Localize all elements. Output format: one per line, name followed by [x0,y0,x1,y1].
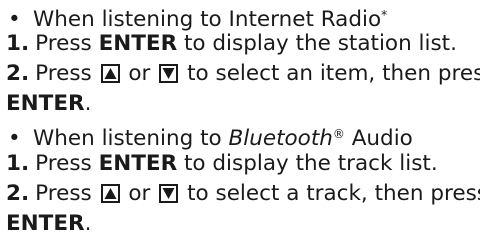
footnote-mark: * [381,8,388,22]
step-1: 1. Press ENTER to display the track list. [6,151,438,177]
step-text: Press [35,181,99,206]
step-text: Press [35,61,99,86]
step-text: to select a track, then press [180,181,480,206]
internet-radio-heading: • When listening to Internet Radio* [6,2,388,32]
heading-text: When listening to [33,126,229,151]
step-number: 2. [6,181,30,206]
heading-text: When listening to Internet Radio [33,7,382,32]
step-2-continuation: ENTER. [6,91,91,117]
up-arrow-key-icon [100,184,120,203]
heading-text: Audio [344,126,413,151]
step-number: 2. [6,61,30,86]
step-number: 1. [6,151,30,176]
bullet: • [8,7,21,32]
bullet: • [8,126,21,151]
step-text: to display the station list. [177,31,457,56]
step-number: 1. [6,31,30,56]
step-text: . [84,91,92,116]
step-2: 2. Press or to select an item, then press [6,61,480,87]
step-2: 2. Press or to select a track, then press [6,181,480,207]
step-text: to select an item, then press [180,61,480,86]
instruction-text: • When listening to Internet Radio* 1. Pre… [0,0,480,242]
enter-key-label: ENTER [98,31,178,56]
step-text: or [121,181,158,206]
up-arrow-key-icon [100,64,120,83]
step-text: or [121,61,158,86]
enter-key-label: ENTER [98,151,178,176]
step-text: Press [35,151,99,176]
step-2-continuation: ENTER. [6,211,91,237]
step-1: 1. Press ENTER to display the station lis… [6,31,457,57]
bluetooth-audio-heading: • When listening to Bluetooth® Audio [6,121,413,151]
registered-mark: ® [332,127,345,141]
step-text: . [84,211,92,236]
enter-key-label: ENTER [6,211,85,236]
step-text: to display the track list. [177,151,438,176]
enter-key-label: ENTER [6,91,85,116]
down-arrow-key-icon [159,184,179,203]
bluetooth-label: Bluetooth [228,126,333,151]
step-text: Press [35,31,99,56]
down-arrow-key-icon [159,64,179,83]
